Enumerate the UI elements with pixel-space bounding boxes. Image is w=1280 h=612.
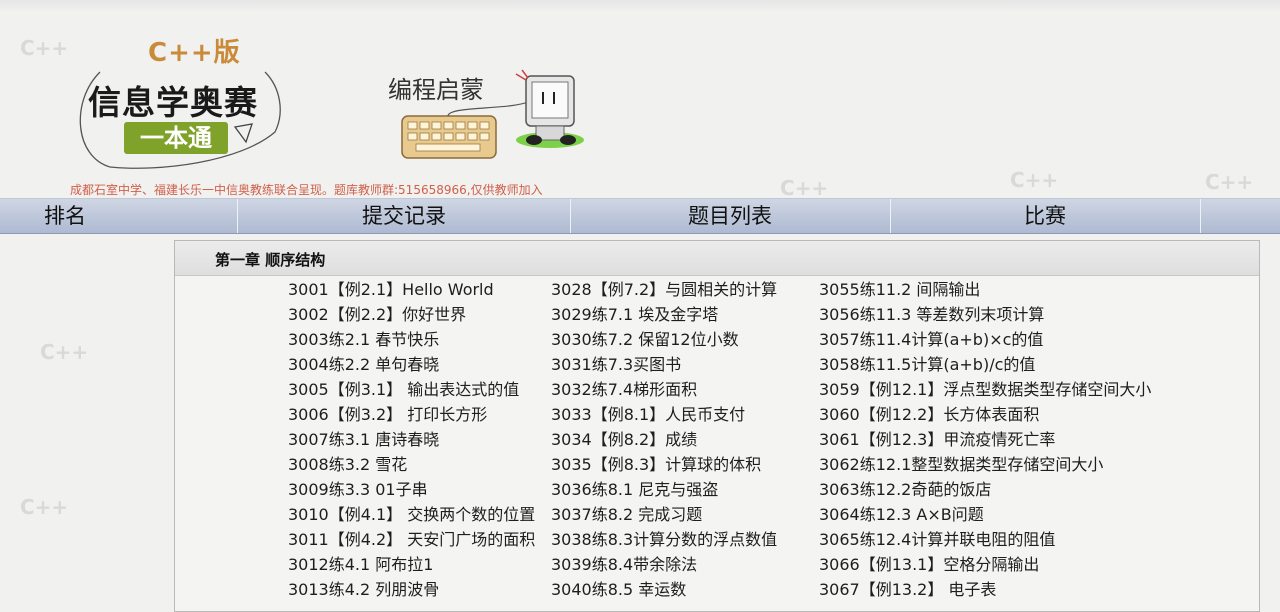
logo-title: 信息学奥赛 bbox=[88, 83, 258, 122]
problem-link[interactable]: 3057练11.4计算(a+b)×c的值 bbox=[819, 327, 1151, 352]
watermark-cpp-icon: C++ bbox=[1205, 170, 1254, 194]
problem-link[interactable]: 3011【例4.2】 天安门广场的面积 bbox=[288, 527, 535, 552]
problem-link[interactable]: 3055练11.2 间隔输出 bbox=[819, 277, 1151, 302]
problem-column-2: 3028【例7.2】与圆相关的计算 3029练7.1 埃及金字塔 3030练7.… bbox=[551, 277, 777, 602]
watermark-cpp-icon: C++ bbox=[20, 36, 69, 60]
watermark-cpp-icon: C++ bbox=[780, 176, 829, 200]
watermark-cpp-icon: C++ bbox=[20, 495, 69, 519]
problem-link[interactable]: 3001【例2.1】Hello World bbox=[288, 277, 535, 302]
chapter-title: 第一章 顺序结构 bbox=[215, 251, 326, 269]
problem-column-1: 3001【例2.1】Hello World 3002【例2.2】你好世界 300… bbox=[288, 277, 535, 602]
problem-link[interactable]: 3061【例12.3】甲流疫情死亡率 bbox=[819, 427, 1151, 452]
book-logo: C++版 信息学奥赛 一本通 bbox=[70, 32, 285, 172]
computer-keyboard-icon bbox=[401, 69, 584, 159]
main-nav: 排名 提交记录 题目列表 比赛 bbox=[0, 198, 1280, 234]
problem-link[interactable]: 3036练8.1 尼克与强盗 bbox=[551, 477, 777, 502]
problem-link[interactable]: 3013练4.2 列朋波骨 bbox=[288, 577, 535, 602]
problem-link[interactable]: 3059【例12.1】浮点型数据类型存储空间大小 bbox=[819, 377, 1151, 402]
problem-link[interactable]: 3007练3.1 唐诗春晓 bbox=[288, 427, 535, 452]
nav-submissions[interactable]: 提交记录 bbox=[238, 199, 571, 233]
problem-link[interactable]: 3062练12.1整型数据类型存储空间大小 bbox=[819, 452, 1151, 477]
problem-link[interactable]: 3056练11.3 等差数列末项计算 bbox=[819, 302, 1151, 327]
problem-link[interactable]: 3067【例13.2】 电子表 bbox=[819, 577, 1151, 602]
announcement-text: 成都石室中学、福建长乐一中信奥教练联合呈现。题库教师群:515658966,仅供… bbox=[70, 183, 543, 197]
problem-link[interactable]: 3038练8.3计算分数的浮点数值 bbox=[551, 527, 777, 552]
problem-link[interactable]: 3009练3.3 01子串 bbox=[288, 477, 535, 502]
problem-link[interactable]: 3066【例13.1】空格分隔输出 bbox=[819, 552, 1151, 577]
problem-link[interactable]: 3060【例12.2】长方体表面积 bbox=[819, 402, 1151, 427]
problem-link[interactable]: 3012练4.1 阿布拉1 bbox=[288, 552, 535, 577]
problem-link[interactable]: 3035【例8.3】计算球的体积 bbox=[551, 452, 777, 477]
logo-edition: C++版 bbox=[148, 38, 241, 68]
problem-link[interactable]: 3003练2.1 春节快乐 bbox=[288, 327, 535, 352]
problem-link[interactable]: 3008练3.2 雪花 bbox=[288, 452, 535, 477]
slogan-illustration: 编程启蒙 bbox=[388, 62, 588, 172]
chapter-panel: 第一章 顺序结构 3001【例2.1】Hello World 3002【例2.2… bbox=[174, 240, 1260, 612]
problem-link[interactable]: 3063练12.2奇葩的饭店 bbox=[819, 477, 1151, 502]
problem-link[interactable]: 3064练12.3 A×B问题 bbox=[819, 502, 1151, 527]
problem-link[interactable]: 3058练11.5计算(a+b)/c的值 bbox=[819, 352, 1151, 377]
problem-link[interactable]: 3030练7.2 保留12位小数 bbox=[551, 327, 777, 352]
problem-link[interactable]: 3006【例3.2】 打印长方形 bbox=[288, 402, 535, 427]
watermark-cpp-icon: C++ bbox=[40, 340, 89, 364]
problem-link[interactable]: 3031练7.3买图书 bbox=[551, 352, 777, 377]
problem-link[interactable]: 3039练8.4带余除法 bbox=[551, 552, 777, 577]
problem-link[interactable]: 3032练7.4梯形面积 bbox=[551, 377, 777, 402]
nav-problem-list[interactable]: 题目列表 bbox=[570, 199, 891, 233]
problem-link[interactable]: 3010【例4.1】 交换两个数的位置 bbox=[288, 502, 535, 527]
problem-link[interactable]: 3028【例7.2】与圆相关的计算 bbox=[551, 277, 777, 302]
nav-ranking[interactable]: 排名 bbox=[0, 199, 238, 233]
problem-link[interactable]: 3065练12.4计算并联电阻的阻值 bbox=[819, 527, 1151, 552]
chapter-header: 第一章 顺序结构 bbox=[175, 241, 1259, 276]
problem-link[interactable]: 3034【例8.2】成绩 bbox=[551, 427, 777, 452]
problem-link[interactable]: 3037练8.2 完成习题 bbox=[551, 502, 777, 527]
problem-link[interactable]: 3005【例3.1】 输出表达式的值 bbox=[288, 377, 535, 402]
problem-link[interactable]: 3004练2.2 单句春晓 bbox=[288, 352, 535, 377]
problem-link[interactable]: 3029练7.1 埃及金字塔 bbox=[551, 302, 777, 327]
nav-contest[interactable]: 比赛 bbox=[890, 199, 1201, 233]
problem-link[interactable]: 3002【例2.2】你好世界 bbox=[288, 302, 535, 327]
problem-column-3: 3055练11.2 间隔输出 3056练11.3 等差数列末项计算 3057练1… bbox=[819, 277, 1151, 602]
problem-link[interactable]: 3033【例8.1】人民币支付 bbox=[551, 402, 777, 427]
problem-link[interactable]: 3040练8.5 幸运数 bbox=[551, 577, 777, 602]
watermark-cpp-icon: C++ bbox=[1010, 168, 1059, 192]
browser-top-strip bbox=[0, 0, 1280, 12]
logo-subtitle: 一本通 bbox=[124, 122, 228, 154]
